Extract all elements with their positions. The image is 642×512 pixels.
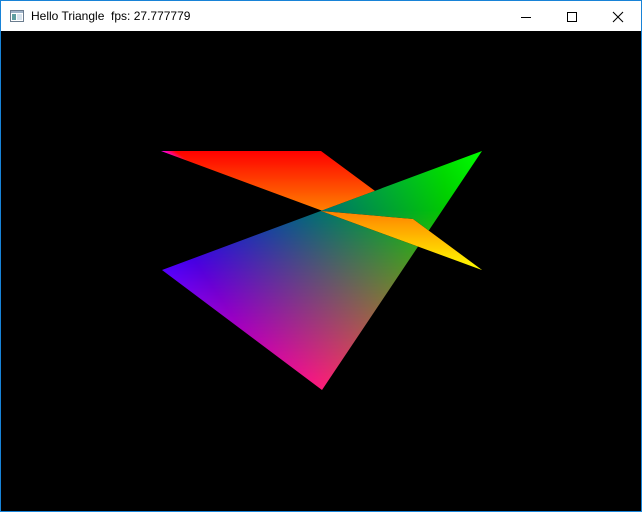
maximize-button[interactable] xyxy=(549,1,595,31)
minimize-button[interactable] xyxy=(503,1,549,31)
title-bar[interactable]: Hello Triangle fps: 27.777779 xyxy=(1,1,641,31)
window-title: Hello Triangle fps: 27.777779 xyxy=(31,9,191,23)
app-window: Hello Triangle fps: 27.777779 xyxy=(0,0,642,512)
application-window-icon[interactable] xyxy=(10,9,24,22)
maximize-icon xyxy=(567,12,577,22)
minimize-icon xyxy=(521,17,531,18)
render-viewport[interactable] xyxy=(1,31,641,511)
rendered-scene xyxy=(161,151,482,390)
close-icon xyxy=(612,11,624,23)
close-button[interactable] xyxy=(595,1,641,31)
